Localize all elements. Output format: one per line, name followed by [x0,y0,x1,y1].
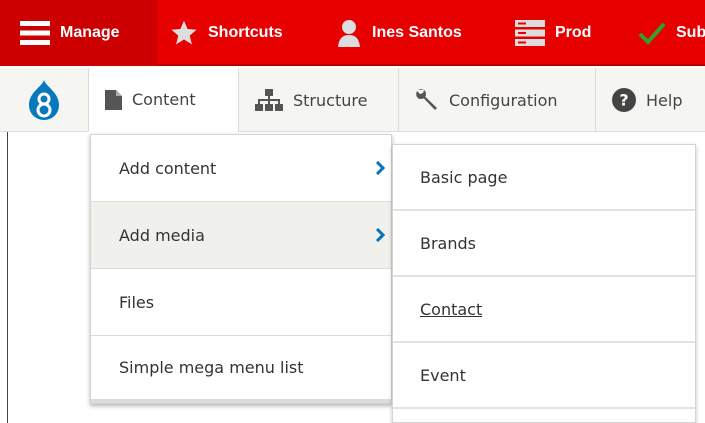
toolbar-tray: Content Structure Configuration ? Help [0,68,705,132]
submenu-item-label: Brands [420,233,476,253]
chevron-right-icon [375,161,385,175]
sub-label: Sub [676,24,705,41]
menu-item-label: Simple mega menu list [119,358,304,377]
user-icon [336,19,362,47]
submenu-item-label: Basic page [420,167,508,187]
tab-help[interactable]: ? Help [595,68,705,132]
star-icon [170,19,198,47]
menu-item-simple-mega-menu-list[interactable]: Simple mega menu list [91,336,391,403]
admin-toolbar: Manage Shortcuts Ines Santos Prod Sub [0,0,705,66]
environment-label: Prod [555,24,592,41]
menu-item-label: Files [119,292,155,312]
submenu-item-label: Event [420,365,466,385]
wrench-icon [415,88,439,112]
tab-structure[interactable]: Structure [238,68,398,132]
tab-help-label: Help [646,90,683,110]
tab-content[interactable]: Content [88,68,238,132]
shortcuts-button[interactable]: Shortcuts [170,0,283,66]
manage-label: Manage [60,24,120,41]
submenu-item-basic-page[interactable]: Basic page [393,145,695,211]
tab-configuration-label: Configuration [449,90,558,110]
drupal-logo-icon[interactable] [0,68,88,132]
tab-structure-label: Structure [293,90,368,110]
submenu-item-label: Contact [420,299,483,319]
menu-item-label: Add media [119,225,205,245]
shortcuts-label: Shortcuts [208,24,283,41]
menu-item-add-content[interactable]: Add content [91,135,391,202]
checkmark-icon [638,21,666,45]
file-icon [105,89,122,110]
user-label: Ines Santos [372,24,462,41]
environment-button[interactable]: Prod [515,0,591,66]
menu-item-label: Add content [119,158,217,178]
svg-text:?: ? [619,91,628,110]
manage-button[interactable]: Manage [0,0,157,66]
sitemap-icon [255,89,283,111]
hamburger-icon [20,20,50,46]
sub-button[interactable]: Sub [638,0,705,66]
submenu-item-event[interactable]: Event [393,343,695,409]
menu-item-files[interactable]: Files [91,269,391,336]
add-media-submenu: Basic page Brands Contact Event [392,144,696,423]
question-icon: ? [612,88,636,112]
menu-item-add-media[interactable]: Add media [91,202,391,269]
user-button[interactable]: Ines Santos [336,0,462,66]
submenu-item-contact[interactable]: Contact [393,277,695,343]
chevron-right-icon [375,228,385,242]
content-dropdown-menu: Add content Add media Files Simple mega … [90,134,392,404]
tab-configuration[interactable]: Configuration [398,68,595,132]
page-border [7,132,8,423]
tab-content-label: Content [132,90,196,109]
submenu-item-brands[interactable]: Brands [393,211,695,277]
server-icon [515,20,545,46]
